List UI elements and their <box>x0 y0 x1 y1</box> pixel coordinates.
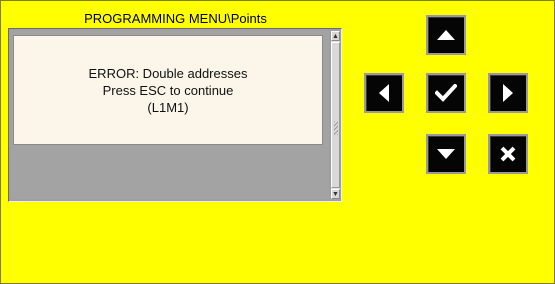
instruction-message-line: Press ESC to continue <box>102 82 234 98</box>
up-arrow-icon <box>437 30 455 40</box>
x-icon <box>500 146 516 162</box>
down-button[interactable] <box>426 134 466 174</box>
confirm-button[interactable] <box>426 73 466 113</box>
location-code-line: (L1M1) <box>147 99 189 115</box>
scroll-thumb[interactable] <box>331 42 340 188</box>
left-button[interactable] <box>364 73 404 113</box>
points-list-area[interactable]: ERROR: Double addresses Press ESC to con… <box>11 31 329 199</box>
vertical-scrollbar[interactable]: ▲ ▼ <box>330 31 340 199</box>
error-message-box: ERROR: Double addresses Press ESC to con… <box>13 35 323 145</box>
scroll-up-button[interactable]: ▲ <box>331 31 340 41</box>
cancel-button[interactable] <box>488 134 528 174</box>
scroll-down-button[interactable]: ▼ <box>331 189 340 199</box>
left-arrow-icon <box>379 84 389 102</box>
programming-menu-screen: PROGRAMMING MENU\Points ERROR: Double ad… <box>0 0 555 284</box>
down-arrow-icon <box>437 149 455 159</box>
menu-title: PROGRAMMING MENU\Points <box>84 11 267 26</box>
up-button[interactable] <box>426 15 466 55</box>
scroll-up-arrow-icon: ▲ <box>332 32 339 40</box>
checkmark-icon <box>435 84 457 102</box>
error-message-line: ERROR: Double addresses <box>88 65 248 81</box>
right-arrow-icon <box>503 84 513 102</box>
right-button[interactable] <box>488 73 528 113</box>
scroll-grip-icon <box>334 121 338 135</box>
points-list-panel[interactable]: ERROR: Double addresses Press ESC to con… <box>8 28 342 202</box>
scroll-down-arrow-icon: ▼ <box>332 190 339 198</box>
